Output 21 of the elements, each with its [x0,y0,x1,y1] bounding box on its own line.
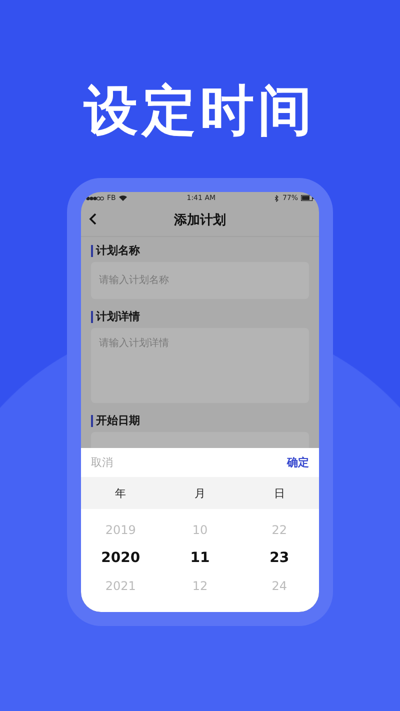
picker-option[interactable]: 2021 [105,577,136,596]
page-title: 添加计划 [174,212,226,229]
picker-option[interactable]: 2019 [105,521,136,540]
picker-option[interactable]: 2020 [101,549,140,568]
picker-option[interactable]: 22 [272,521,287,540]
picker-option[interactable]: 10 [192,521,208,540]
picker-option[interactable]: 11 [190,549,210,568]
column-label: 月 [194,486,206,500]
cancel-button[interactable]: 取消 [91,455,113,470]
column-label: 年 [115,486,126,500]
confirm-button[interactable]: 确定 [287,455,309,470]
name-input-field[interactable]: 请输入计划名称 [91,262,309,299]
picker-option[interactable]: 23 [270,549,290,568]
headline: 设定时间 [84,78,316,142]
field-label: 计划详情 [91,311,309,323]
column-label: 日 [274,486,285,500]
field-label: 开始日期 [91,415,309,427]
details-input-field[interactable]: 请输入计划详情 [91,328,309,403]
picker-option[interactable]: 24 [272,577,287,596]
picker-option[interactable]: 12 [192,577,208,596]
field-label: 计划名称 [91,245,309,257]
